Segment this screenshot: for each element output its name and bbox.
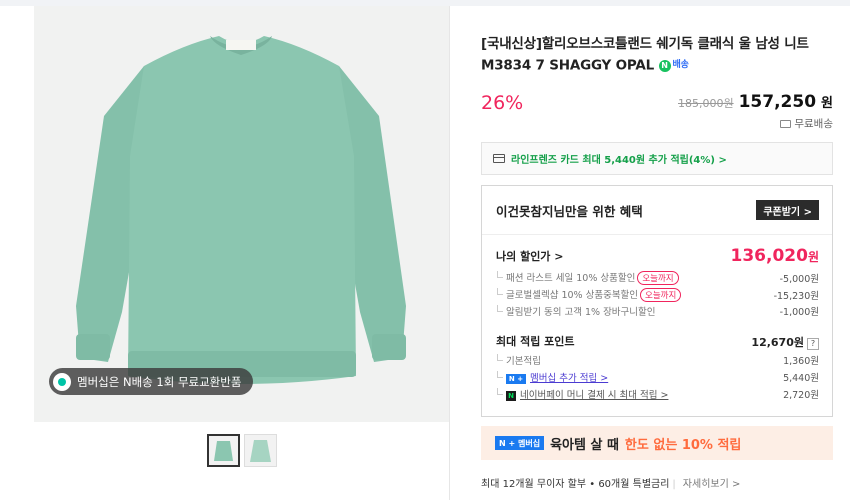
today-only-tag: 오늘까지 xyxy=(640,288,682,302)
benefit-title: 이건못참지님만을 위한 혜택 xyxy=(496,203,643,219)
point-item: 기본적립 1,360원 xyxy=(496,353,819,367)
shipping-text: 무료배송 xyxy=(794,118,833,130)
thumbnail-list xyxy=(207,434,277,467)
thumbnail-1[interactable] xyxy=(207,434,240,467)
thumbnail-2[interactable] xyxy=(244,434,277,467)
points-label: 최대 적립 포인트 xyxy=(496,334,575,348)
discount-item-label: 패션 라스트 세일 10% 상품할인 오늘까지 xyxy=(496,270,679,285)
product-main-image[interactable] xyxy=(34,6,449,422)
benefit-box: 이건못참지님만을 위한 혜택 쿠폰받기 > 나의 할인가 > 136,020원 … xyxy=(481,185,833,417)
membership-info-pill[interactable]: 멤버십은 N배송 1회 무료교환반품 xyxy=(49,368,254,395)
discount-item-label: 알림받기 동의 고객 1% 장바구니할인 xyxy=(496,304,656,318)
product-title: [국내신상]할리오브스코틀랜드 쉐기독 클래식 울 남성 니트 M3834 7 … xyxy=(481,34,833,77)
point-item-value: 5,440원 xyxy=(783,373,819,384)
point-item[interactable]: N + 멤버십 추가 적립 > 5,440원 xyxy=(496,370,819,384)
today-only-tag: 오늘까지 xyxy=(637,271,679,285)
point-item[interactable]: N 네이버페이 머니 결제 시 최대 적립 > 2,720원 xyxy=(496,387,819,401)
nplus-promo-banner[interactable]: N + 멤버십 육아템 살 때 한도 없는 10% 적립 xyxy=(481,426,833,460)
nplus-membership-badge: N + 멤버십 xyxy=(495,436,545,450)
membership-pill-text: 멤버십은 N배송 1회 무료교환반품 xyxy=(77,374,242,389)
discount-item-value: -1,000원 xyxy=(779,307,819,318)
installment-text: 최대 12개월 무이자 할부 • 60개월 특별금리 xyxy=(481,479,670,490)
n-delivery-badge: N 배송 xyxy=(658,55,689,76)
discount-item-text: 패션 라스트 세일 10% 상품할인 xyxy=(506,273,636,284)
discount-item: 패션 라스트 세일 10% 상품할인 오늘까지 -5,000원 xyxy=(496,270,819,285)
nplus-badge-icon: N + xyxy=(506,374,526,384)
sale-price: 157,250 xyxy=(738,92,817,112)
discount-rate: 26% xyxy=(481,92,524,114)
my-price-label: 나의 할인가 > xyxy=(496,250,564,263)
card-benefit-text: 라인프렌즈 카드 최대 5,440원 추가 적립(4%) > xyxy=(511,155,727,166)
npay-points-link[interactable]: 네이버페이 머니 결제 시 최대 적립 > xyxy=(520,390,668,401)
coupon-button[interactable]: 쿠폰받기 > xyxy=(756,200,819,220)
truck-icon xyxy=(780,119,792,128)
installment-more-link[interactable]: 자세히보기 > xyxy=(683,479,741,490)
my-price-row[interactable]: 나의 할인가 > 136,020원 xyxy=(496,246,819,266)
discount-item: 알림받기 동의 고객 1% 장바구니할인 -1,000원 xyxy=(496,304,819,318)
my-price-unit: 원 xyxy=(807,250,819,264)
price-block: 185,000원 157,250 원 xyxy=(678,92,833,112)
column-divider xyxy=(449,6,450,500)
point-item-label: 기본적립 xyxy=(496,353,541,367)
npay-icon: N xyxy=(506,391,516,401)
discount-item-label: 글로벌셀렉샵 10% 상품중복할인 오늘까지 xyxy=(496,287,682,302)
point-item-value: 2,720원 xyxy=(783,390,819,401)
sale-price-unit: 원 xyxy=(821,96,833,111)
discount-item: 글로벌셀렉샵 10% 상품중복할인 오늘까지 -15,230원 xyxy=(496,287,819,302)
discount-item-text: 글로벌셀렉샵 10% 상품중복할인 xyxy=(506,290,639,301)
point-item-label: N 네이버페이 머니 결제 시 최대 적립 > xyxy=(496,387,668,401)
installment-info: 최대 12개월 무이자 할부 • 60개월 특별금리 | 자세히보기 > xyxy=(481,475,740,490)
promo-text-prefix: 육아템 살 때 xyxy=(550,437,619,453)
thumbnail-sweater-icon xyxy=(209,436,238,465)
points-row: 최대 적립 포인트 12,670원? xyxy=(496,331,819,350)
points-total: 12,670원 xyxy=(751,336,804,349)
discount-item-value: -15,230원 xyxy=(773,290,819,302)
promo-text-accent: 한도 없는 10% 적립 xyxy=(624,437,742,453)
help-icon[interactable]: ? xyxy=(807,337,819,350)
n-icon: N xyxy=(658,59,671,72)
credit-card-icon xyxy=(493,154,505,163)
original-price: 185,000원 xyxy=(677,97,734,110)
card-benefit-banner[interactable]: 라인프렌즈 카드 최대 5,440원 추가 적립(4%) > xyxy=(481,142,833,175)
thumbnail-sweater-icon xyxy=(245,435,276,466)
installment-separator: | xyxy=(672,479,676,490)
shipping-info: 무료배송 xyxy=(780,116,833,131)
point-item-label: N + 멤버십 추가 적립 > xyxy=(496,370,608,384)
membership-icon xyxy=(53,372,71,391)
my-price: 136,020 xyxy=(730,246,808,266)
membership-points-link[interactable]: 멤버십 추가 적립 > xyxy=(530,373,608,384)
sweater-image xyxy=(34,6,449,422)
n-delivery-label: 배송 xyxy=(672,60,689,70)
discount-item-value: -5,000원 xyxy=(779,273,819,285)
product-gallery: 멤버십은 N배송 1회 무료교환반품 xyxy=(34,6,449,500)
point-item-value: 1,360원 xyxy=(783,356,819,367)
benefit-header: 이건못참지님만을 위한 혜택 쿠폰받기 > xyxy=(482,186,832,235)
product-title-text: [국내신상]할리오브스코틀랜드 쉐기독 클래식 울 남성 니트 M3834 7 … xyxy=(481,36,809,74)
